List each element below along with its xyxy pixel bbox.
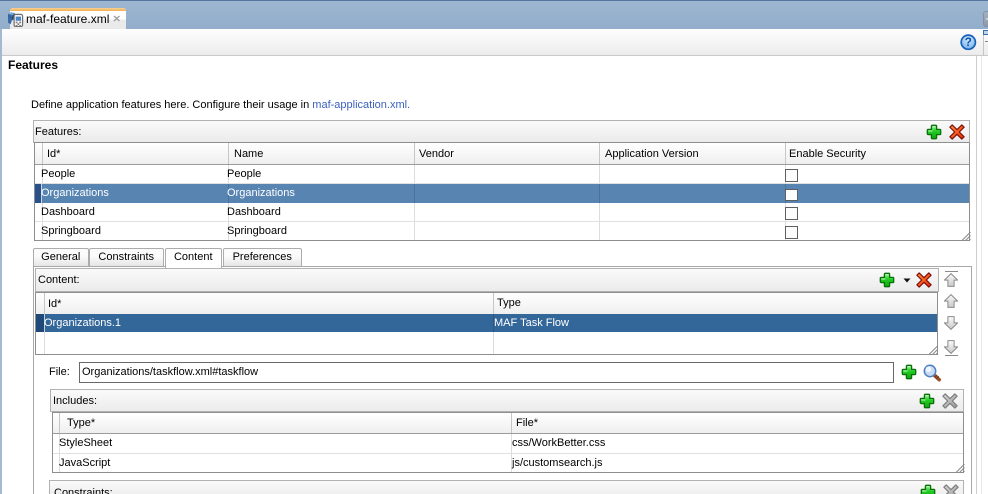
svg-text:?: ? bbox=[965, 37, 972, 49]
